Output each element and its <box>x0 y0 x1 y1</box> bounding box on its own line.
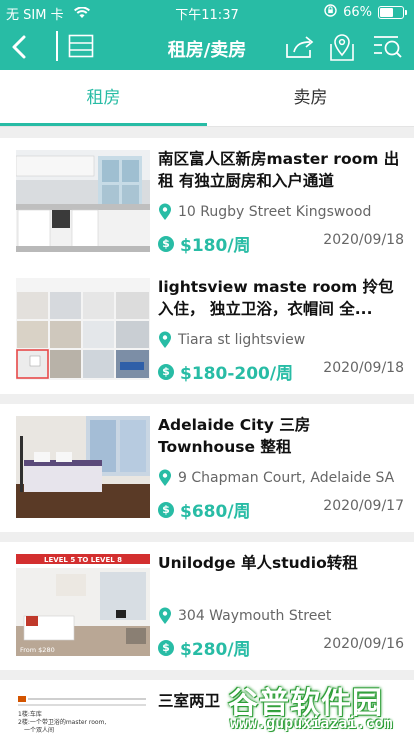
partial-thumb-line2: 2楼:一个带卫浴的master room, <box>18 718 106 726</box>
location-pin-icon <box>159 607 171 624</box>
unilodge-price-text: From $280 <box>20 646 55 654</box>
listing-item[interactable]: LEVEL 5 TO LEVEL 8 From $280 Unilodge 单人… <box>0 542 414 670</box>
tab-rent[interactable]: 租房 <box>0 70 207 126</box>
listing-address: Tiara st lightsview <box>158 330 404 350</box>
location-pin-icon <box>159 469 171 486</box>
partial-thumb-line3: 一个双人间 <box>24 726 54 734</box>
listing-photo <box>16 416 150 518</box>
tab-rent-label: 租房 <box>86 88 121 108</box>
listing-title: lightsview maste room 拎包入住， 独立卫浴，衣帽间 全..… <box>158 278 394 318</box>
listing-address: 10 Rugby Street Kingswood <box>158 202 404 222</box>
location-pin-icon <box>159 203 171 220</box>
listing-price-text: $180-200/周 <box>180 364 294 384</box>
listing-date: 2020/09/17 <box>323 498 404 514</box>
filter-search-icon[interactable] <box>372 34 404 64</box>
listing-date: 2020/09/16 <box>323 636 404 652</box>
listing-price-text: $680/周 <box>180 502 251 522</box>
listing-address: 304 Waymouth Street <box>158 606 404 626</box>
listing-title: Adelaide City 三房Townhouse 整租 <box>158 416 311 456</box>
listing-price-text: $280/周 <box>180 640 251 660</box>
battery-percent: 66% <box>343 5 372 20</box>
dollar-icon: $ <box>158 639 174 656</box>
unilodge-banner-text: LEVEL 5 TO LEVEL 8 <box>44 556 122 564</box>
tab-bar: 租房 卖房 <box>0 70 414 127</box>
share-icon[interactable] <box>284 34 316 64</box>
listing-title: Unilodge 单人studio转租 <box>158 554 358 572</box>
status-right: 66% <box>324 4 407 21</box>
dollar-icon: $ <box>158 501 174 518</box>
listing-meta: $ $280/周 2020/09/16 <box>158 635 404 660</box>
map-pin-icon[interactable] <box>328 32 356 66</box>
listing-photo: 1楼:车库 2楼:一个带卫浴的master room, 一个双人间 <box>16 692 150 736</box>
listing-meta: $ $180-200/周 2020/09/18 <box>158 359 404 384</box>
battery-icon <box>378 6 407 19</box>
listing-meta: $ $680/周 2020/09/17 <box>158 497 404 522</box>
listing-address: 9 Chapman Court, Adelaide SA <box>158 468 404 488</box>
partial-thumb-line1: 1楼:车库 <box>18 710 42 718</box>
listing-item[interactable]: lightsview maste room 拎包入住， 独立卫浴，衣帽间 全..… <box>0 266 414 394</box>
listing-price: $ $680/周 <box>158 497 251 522</box>
listing-item[interactable]: 南区富人区新房master room 出租 有独立厨房和入户通道 10 Rugb… <box>0 138 414 266</box>
listing-item[interactable]: 1楼:车库 2楼:一个带卫浴的master room, 一个双人间 三室两卫 <box>0 680 414 736</box>
listing-price: $ $280/周 <box>158 635 251 660</box>
tab-sale-label: 卖房 <box>293 88 328 108</box>
status-bar: 无 SIM 卡 下午11:37 66% <box>0 0 414 24</box>
tab-sale[interactable]: 卖房 <box>207 70 414 126</box>
listing-address-text: 10 Rugby Street Kingswood <box>178 204 372 220</box>
listing-photo <box>16 150 150 252</box>
listing-price: $ $180/周 <box>158 231 251 256</box>
listing-price-text: $180/周 <box>180 236 251 256</box>
listing-meta: $ $180/周 2020/09/18 <box>158 231 404 256</box>
listing-photo <box>16 278 150 380</box>
listing-photo: LEVEL 5 TO LEVEL 8 From $280 <box>16 554 150 656</box>
orientation-lock-icon <box>324 4 337 21</box>
dollar-icon: $ <box>158 235 174 252</box>
listing-price: $ $180-200/周 <box>158 359 293 384</box>
listing-address-text: Tiara st lightsview <box>178 332 306 348</box>
listing-date: 2020/09/18 <box>323 360 404 376</box>
tab-active-indicator <box>0 123 207 126</box>
top-bar: 无 SIM 卡 下午11:37 66% 租房/卖房 <box>0 0 414 70</box>
location-pin-icon <box>159 331 171 348</box>
listing-title: 南区富人区新房master room 出租 有独立厨房和入户通道 <box>158 150 400 190</box>
listing-address-text: 304 Waymouth Street <box>178 608 332 624</box>
listing-item[interactable]: Adelaide City 三房Townhouse 整租 9 Chapman C… <box>0 404 414 532</box>
nav-bar: 租房/卖房 <box>0 24 414 70</box>
listing-title: 三室两卫 <box>158 692 221 710</box>
dollar-icon: $ <box>158 363 174 380</box>
listing-date: 2020/09/18 <box>323 232 404 248</box>
listing-address-text: 9 Chapman Court, Adelaide SA <box>178 470 395 486</box>
